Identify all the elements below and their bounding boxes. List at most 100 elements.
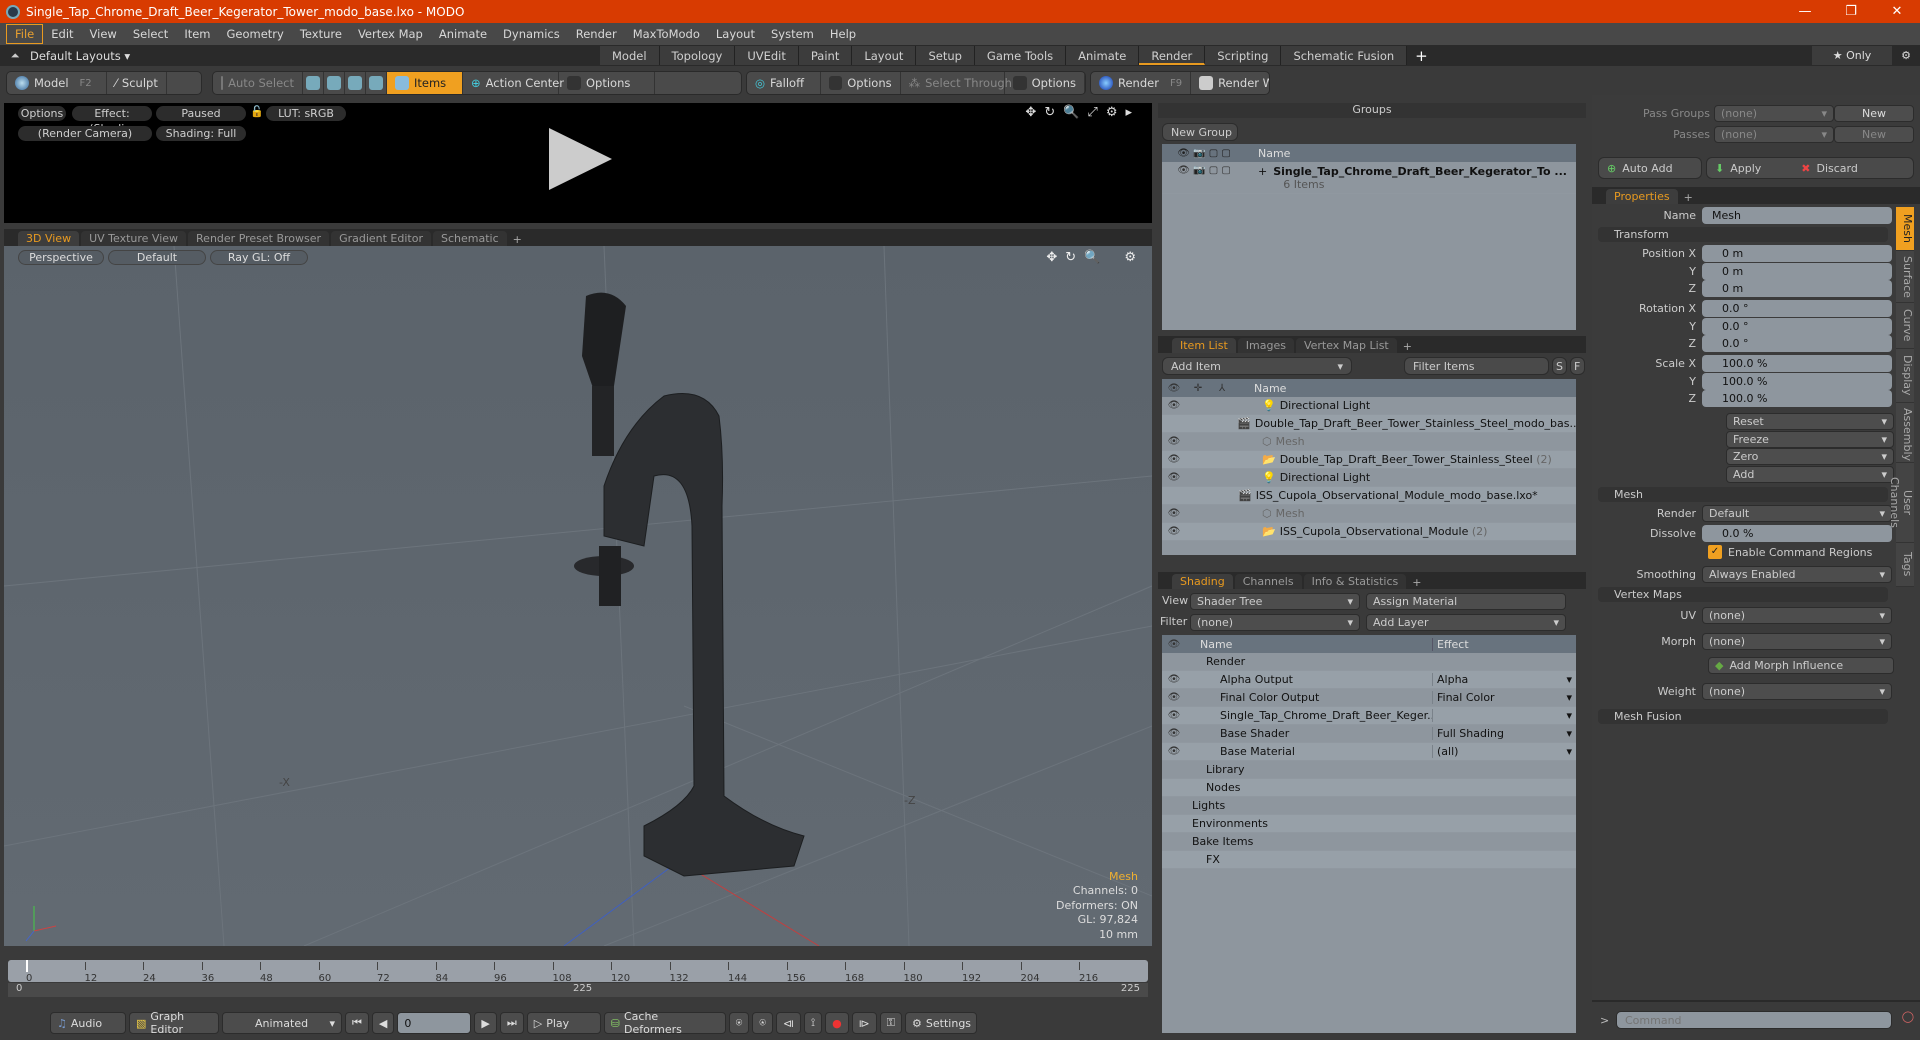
tab-item-list[interactable]: Item List [1172, 338, 1236, 353]
reset-dropdown[interactable]: Reset ▾ [1726, 413, 1894, 430]
visibility-toggle[interactable]: 👁 [1162, 436, 1186, 447]
filter-f-button[interactable]: F [1570, 357, 1585, 375]
assign-material-button[interactable]: Assign Material [1366, 593, 1566, 610]
layout-tab-layout[interactable]: Layout [852, 46, 917, 65]
maximize-button[interactable]: ❐ [1828, 4, 1874, 19]
group-visibility-icons[interactable]: 👁 📷 ▢ ▢ [1162, 165, 1246, 176]
minimize-button[interactable]: — [1782, 4, 1828, 19]
group-row[interactable]: 👁 📷 ▢ ▢ + Single_Tap_Chrome_Draft_Beer_K… [1162, 162, 1576, 194]
preview-options-button[interactable]: Options [18, 106, 66, 121]
effect-dropdown[interactable]: (all) ▾ [1432, 745, 1576, 758]
falloff-options-button[interactable]: Options [821, 72, 901, 94]
new-pass-button[interactable]: New [1834, 126, 1914, 143]
render-window-button[interactable]: Render Window [1191, 72, 1269, 94]
record-button[interactable]: ● [825, 1012, 849, 1034]
raygl-dropdown[interactable]: Ray GL: Off [210, 250, 308, 265]
scale-y-input[interactable]: 100.0 % [1702, 372, 1892, 390]
visibility-toggle[interactable]: 👁 [1162, 454, 1186, 465]
position-y-input[interactable]: 0 m [1702, 262, 1892, 280]
action-center-button[interactable]: ⊕ Action Center [463, 72, 564, 94]
shader-tree-row[interactable]: 👁 Single_Tap_Chrome_Draft_Beer_Keger... ▾ [1162, 707, 1576, 725]
visibility-toggle[interactable]: 👁 [1162, 526, 1186, 537]
zero-dropdown[interactable]: Zero ▾ [1726, 448, 1894, 465]
add-tab-icon[interactable]: + [1399, 340, 1416, 353]
menu-edit[interactable]: Edit [43, 25, 81, 43]
auto-select-button[interactable]: Auto Select [213, 72, 303, 94]
render-button[interactable]: Render F9 [1091, 72, 1192, 94]
gear-icon[interactable]: ⚙ [1124, 250, 1136, 265]
menu-dynamics[interactable]: Dynamics [495, 25, 568, 43]
vertices-mode-button[interactable] [303, 72, 324, 94]
timeline-range-bar[interactable]: 0 225 225 [8, 983, 1148, 997]
record-macro-icon[interactable]: ◯ [1902, 1010, 1914, 1023]
pass-groups-dropdown[interactable]: (none) ▾ [1714, 105, 1834, 122]
rotate-icon[interactable]: ↻ [1044, 105, 1055, 120]
model-mode-button[interactable]: Model F2 [7, 72, 107, 94]
passes-dropdown[interactable]: (none) ▾ [1714, 126, 1834, 143]
weight-dropdown[interactable]: (none) ▾ [1702, 683, 1892, 700]
layout-tab-game-tools[interactable]: Game Tools [974, 46, 1067, 65]
side-tab-mesh[interactable]: Mesh [1896, 207, 1914, 251]
shader-tree-row[interactable]: 👁 Alpha Output Alpha ▾ [1162, 671, 1576, 689]
visibility-toggle[interactable]: 👁 [1162, 472, 1186, 483]
menu-help[interactable]: Help [822, 25, 864, 43]
item-list-row[interactable]: 👁 💡 Directional Light [1162, 397, 1576, 415]
tab-properties[interactable]: Properties [1606, 189, 1678, 204]
edges-mode-button[interactable] [324, 72, 345, 94]
prev-key-button[interactable]: ⧏ [775, 1012, 801, 1034]
expand-icon[interactable]: + [1258, 165, 1267, 178]
tab-3d-view[interactable]: 3D View [18, 231, 80, 246]
name-column-header[interactable]: Name [1234, 382, 1286, 395]
items-mode-button[interactable]: Items [387, 72, 463, 94]
layout-tab-setup[interactable]: Setup [916, 46, 975, 65]
layout-tab-uvedit[interactable]: UVEdit [735, 46, 799, 65]
menu-render[interactable]: Render [568, 25, 625, 43]
select-through-button[interactable]: ⁂ Select Through [901, 72, 1012, 94]
render-dropdown[interactable]: Default ▾ [1702, 505, 1892, 522]
visibility-toggle[interactable]: 👁 [1162, 710, 1186, 721]
layout-tab-render[interactable]: Render [1139, 46, 1206, 65]
shader-tree-row[interactable]: Lights [1162, 797, 1576, 815]
add-layer-dropdown[interactable]: Add Layer ▾ [1366, 614, 1566, 631]
side-tab-display[interactable]: Display [1896, 349, 1914, 403]
menu-geometry[interactable]: Geometry [219, 25, 292, 43]
visibility-toggle[interactable]: 👁 [1162, 692, 1186, 703]
item-list-row[interactable]: 👁 📂 Double_Tap_Draft_Beer_Tower_Stainless_… [1162, 451, 1576, 469]
tab-images[interactable]: Images [1237, 338, 1294, 353]
vertex-maps-section[interactable]: Vertex Maps [1598, 587, 1888, 602]
add-tab-icon[interactable]: + [509, 233, 526, 246]
default-layouts-dropdown[interactable]: Default Layouts ▾ [30, 49, 600, 63]
visibility-toggle[interactable]: 👁 [1162, 674, 1186, 685]
shader-tree-row[interactable]: Nodes [1162, 779, 1576, 797]
falloff-button[interactable]: ◎ Falloff [747, 72, 821, 94]
previous-frame-button[interactable]: ◀ [371, 1012, 395, 1034]
materials-mode-button[interactable] [366, 72, 387, 94]
lock-icon[interactable]: 🔓 [250, 105, 264, 118]
view-dropdown[interactable]: Shader Tree ▾ [1190, 593, 1360, 610]
filter-dropdown[interactable]: (none) ▾ [1190, 614, 1360, 631]
item-list-row[interactable]: 👁 💡 Directional Light [1162, 469, 1576, 487]
next-key-button[interactable]: ⧐ [851, 1012, 877, 1034]
visibility-toggle[interactable]: 👁 [1162, 746, 1186, 757]
select-options-button[interactable]: Options [1005, 72, 1085, 94]
discard-button[interactable]: Discard [1817, 162, 1858, 175]
visibility-toggle[interactable]: 👁 [1162, 400, 1186, 411]
scale-z-input[interactable]: 100.0 % [1702, 390, 1892, 407]
tab-info-statistics[interactable]: Info & Statistics [1303, 574, 1407, 589]
layout-tab-topology[interactable]: Topology [659, 46, 736, 65]
menu-item[interactable]: Item [176, 25, 218, 43]
perspective-dropdown[interactable]: Perspective [18, 250, 104, 265]
menu-file[interactable]: File [6, 24, 44, 44]
play-icon[interactable] [549, 128, 612, 190]
zoom-icon[interactable]: 🔍 [1063, 105, 1079, 120]
name-column-header[interactable]: Name [1186, 638, 1432, 651]
tab-vertex-map-list[interactable]: Vertex Map List [1295, 338, 1397, 353]
effect-column-header[interactable]: Effect [1432, 637, 1469, 651]
paused-button[interactable]: Paused [156, 106, 246, 121]
tab-shading[interactable]: Shading [1172, 574, 1233, 589]
layout-tab-model[interactable]: Model [600, 46, 660, 65]
go-to-end-button[interactable]: ⏭ [499, 1012, 524, 1034]
gear-icon[interactable]: ⚙ [1892, 49, 1920, 62]
position-x-input[interactable]: 0 m [1702, 245, 1892, 262]
rotation-y-input[interactable]: 0.0 ° [1702, 317, 1892, 335]
